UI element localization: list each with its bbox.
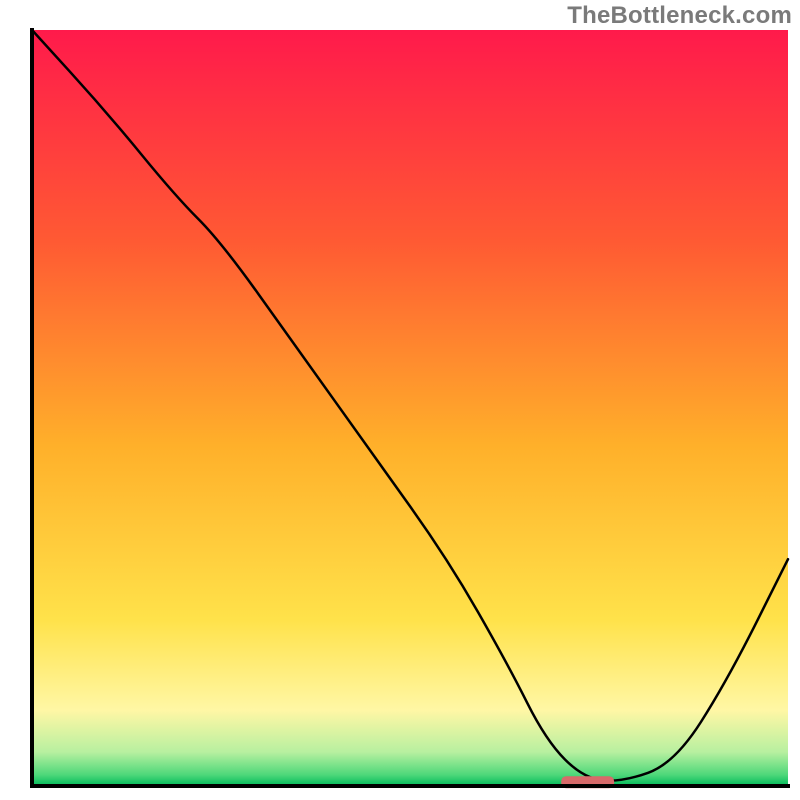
gradient-background [32, 30, 788, 786]
watermark-text: TheBottleneck.com [567, 2, 792, 30]
bottleneck-chart [0, 0, 800, 800]
chart-container: TheBottleneck.com [0, 0, 800, 800]
